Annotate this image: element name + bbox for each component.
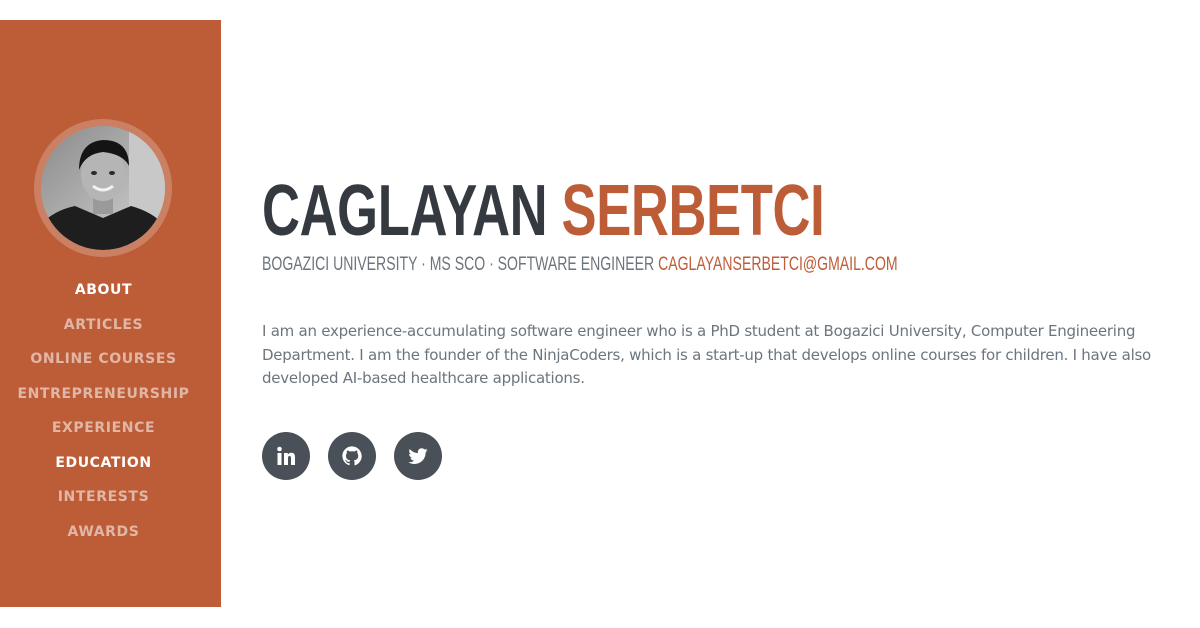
nav-item-about[interactable]: ABOUT [75, 282, 132, 298]
profile-avatar[interactable] [34, 119, 172, 257]
github-icon [342, 446, 362, 466]
nav-item-experience[interactable]: EXPERIENCE [52, 420, 155, 436]
linkedin-button[interactable] [262, 432, 310, 480]
email-link[interactable]: CAGLAYANSERBETCI@GMAIL.COM [658, 254, 898, 275]
twitter-button[interactable] [394, 432, 442, 480]
nav-item-awards[interactable]: AWARDS [68, 524, 140, 540]
github-button[interactable] [328, 432, 376, 480]
first-name: CAGLAYAN [262, 171, 548, 251]
nav-menu: ABOUT ARTICLES ONLINE COURSES ENTREPRENE… [0, 273, 207, 549]
nav-item-articles[interactable]: ARTICLES [64, 317, 143, 333]
subheading: BOGAZICI UNIVERSITY · MS SCO · SOFTWARE … [262, 255, 898, 275]
nav-item-online-courses[interactable]: ONLINE COURSES [30, 351, 176, 367]
subheading-text: BOGAZICI UNIVERSITY · MS SCO · SOFTWARE … [262, 254, 655, 275]
nav-item-education[interactable]: EDUCATION [55, 455, 151, 471]
page-title: CAGLAYAN SERBETCI [262, 165, 825, 257]
nav-item-entrepreneurship[interactable]: ENTREPRENEURSHIP [17, 386, 189, 402]
nav-item-interests[interactable]: INTERESTS [58, 489, 150, 505]
bio-text: I am an experience-accumulating software… [262, 322, 1151, 387]
twitter-icon [408, 448, 428, 464]
social-icons [262, 432, 442, 480]
profile-photo [41, 126, 165, 250]
linkedin-icon [277, 446, 295, 465]
last-name: SERBETCI [561, 171, 825, 251]
sidebar: ABOUT ARTICLES ONLINE COURSES ENTREPRENE… [0, 20, 221, 607]
page: ABOUT ARTICLES ONLINE COURSES ENTREPRENE… [0, 0, 1200, 628]
